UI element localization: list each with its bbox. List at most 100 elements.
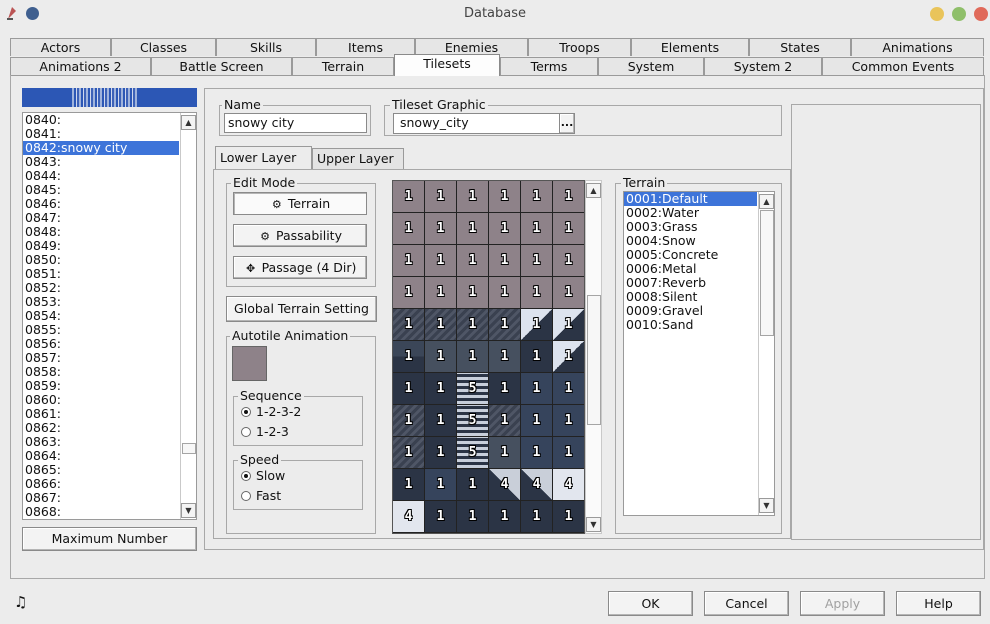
tile-cell[interactable]: 1 bbox=[553, 501, 584, 533]
terrain-list-item[interactable]: 0007:Reverb bbox=[624, 276, 757, 290]
tab-terrain[interactable]: Terrain bbox=[292, 57, 394, 75]
list-item[interactable]: 0863: bbox=[23, 435, 179, 449]
tab-battle-screen[interactable]: Battle Screen bbox=[151, 57, 292, 75]
tab-system[interactable]: System bbox=[598, 57, 704, 75]
tile-cell[interactable]: 1 bbox=[393, 213, 425, 245]
tile-cell[interactable]: 1 bbox=[521, 277, 553, 309]
terrain-list-item[interactable]: 0003:Grass bbox=[624, 220, 757, 234]
list-item[interactable]: 0842:snowy city bbox=[23, 141, 179, 155]
maximum-number-button[interactable]: Maximum Number bbox=[22, 527, 197, 551]
tile-cell[interactable]: 1 bbox=[553, 341, 584, 373]
tile-cell[interactable]: 1 bbox=[425, 469, 457, 501]
tab-animations-2[interactable]: Animations 2 bbox=[10, 57, 151, 75]
list-item[interactable]: 0844: bbox=[23, 169, 179, 183]
tile-palette[interactable]: 1111111111111111111111111111111111111151… bbox=[392, 180, 585, 534]
tile-cell[interactable]: 4 bbox=[489, 469, 521, 501]
help-button[interactable]: Help bbox=[896, 591, 981, 616]
list-item[interactable]: 0860: bbox=[23, 393, 179, 407]
list-item[interactable]: 0848: bbox=[23, 225, 179, 239]
tile-cell[interactable]: 1 bbox=[457, 245, 489, 277]
tile-cell[interactable]: 5 bbox=[457, 437, 489, 469]
list-item[interactable]: 0866: bbox=[23, 477, 179, 491]
tile-cell[interactable]: 5 bbox=[457, 373, 489, 405]
tile-cell[interactable]: 1 bbox=[425, 277, 457, 309]
terrain-list-item[interactable]: 0005:Concrete bbox=[624, 248, 757, 262]
tab-troops[interactable]: Troops bbox=[528, 38, 631, 56]
terrain-list-item[interactable]: 0009:Gravel bbox=[624, 304, 757, 318]
tile-cell[interactable]: 1 bbox=[521, 405, 553, 437]
tab-skills[interactable]: Skills bbox=[216, 38, 316, 56]
music-note-icon[interactable]: ♫ bbox=[14, 594, 30, 610]
tile-cell[interactable]: 1 bbox=[553, 373, 584, 405]
tile-cell[interactable]: 1 bbox=[521, 501, 553, 533]
ok-button[interactable]: OK bbox=[608, 591, 693, 616]
tile-cell[interactable]: 1 bbox=[521, 181, 553, 213]
tile-cell[interactable]: 1 bbox=[553, 437, 584, 469]
tile-cell[interactable]: 1 bbox=[489, 277, 521, 309]
list-item[interactable]: 0847: bbox=[23, 211, 179, 225]
tile-cell[interactable]: 1 bbox=[521, 341, 553, 373]
list-item[interactable]: 0845: bbox=[23, 183, 179, 197]
tile-cell[interactable]: 5 bbox=[457, 405, 489, 437]
terrain-list-scrollbar[interactable]: ▲ ▼ bbox=[758, 192, 774, 515]
tile-cell[interactable]: 1 bbox=[393, 277, 425, 309]
passage-mode-button[interactable]: ✥ Passage (4 Dir) bbox=[233, 256, 367, 279]
tile-cell[interactable]: 1 bbox=[393, 309, 425, 341]
passability-mode-button[interactable]: ⚙ Passability bbox=[233, 224, 367, 247]
tile-cell[interactable]: 1 bbox=[489, 501, 521, 533]
tile-cell[interactable]: 1 bbox=[553, 213, 584, 245]
scroll-down-icon[interactable]: ▼ bbox=[181, 503, 196, 518]
tile-cell[interactable]: 1 bbox=[489, 405, 521, 437]
tab-lower-layer[interactable]: Lower Layer bbox=[215, 146, 312, 169]
tile-cell[interactable]: 1 bbox=[489, 373, 521, 405]
window-menu-icon[interactable] bbox=[26, 7, 39, 20]
tab-terms[interactable]: Terms bbox=[500, 57, 598, 75]
tile-cell[interactable]: 1 bbox=[393, 405, 425, 437]
tile-cell[interactable]: 1 bbox=[553, 405, 584, 437]
tile-cell[interactable]: 1 bbox=[457, 309, 489, 341]
scroll-up-icon[interactable]: ▲ bbox=[181, 115, 196, 130]
scroll-thumb[interactable] bbox=[760, 210, 774, 336]
tile-cell[interactable]: 1 bbox=[457, 277, 489, 309]
tile-cell[interactable]: 1 bbox=[457, 181, 489, 213]
tile-cell[interactable]: 1 bbox=[521, 245, 553, 277]
list-item[interactable]: 0846: bbox=[23, 197, 179, 211]
tile-cell[interactable]: 1 bbox=[521, 213, 553, 245]
browse-graphic-button[interactable]: ... bbox=[559, 113, 575, 134]
tile-cell[interactable]: 1 bbox=[553, 277, 584, 309]
tile-cell[interactable]: 4 bbox=[553, 469, 584, 501]
scroll-up-icon[interactable]: ▲ bbox=[586, 183, 601, 198]
tile-cell[interactable]: 1 bbox=[553, 181, 584, 213]
tile-cell[interactable]: 1 bbox=[425, 213, 457, 245]
tile-cell[interactable]: 1 bbox=[425, 181, 457, 213]
terrain-list-item[interactable]: 0010:Sand bbox=[624, 318, 757, 332]
list-item[interactable]: 0859: bbox=[23, 379, 179, 393]
tileset-list-scrollbar[interactable]: ▲ ▼ bbox=[180, 113, 196, 519]
list-item[interactable]: 0868: bbox=[23, 505, 179, 519]
sequence-option-1-2-3-2[interactable]: 1-2-3-2 bbox=[241, 405, 301, 419]
tile-cell[interactable]: 1 bbox=[521, 309, 553, 341]
tile-cell[interactable]: 1 bbox=[425, 437, 457, 469]
tab-upper-layer[interactable]: Upper Layer bbox=[312, 148, 404, 169]
terrain-list-item[interactable]: 0008:Silent bbox=[624, 290, 757, 304]
scroll-thumb[interactable] bbox=[182, 443, 196, 454]
list-item[interactable]: 0862: bbox=[23, 421, 179, 435]
tile-cell[interactable]: 1 bbox=[425, 405, 457, 437]
name-field[interactable]: snowy city bbox=[224, 113, 367, 133]
tile-cell[interactable]: 1 bbox=[457, 213, 489, 245]
list-item[interactable]: 0858: bbox=[23, 365, 179, 379]
terrain-list-item[interactable]: 0004:Snow bbox=[624, 234, 757, 248]
speed-option-slow[interactable]: Slow bbox=[241, 469, 285, 483]
tile-cell[interactable]: 4 bbox=[521, 469, 553, 501]
list-item[interactable]: 0853: bbox=[23, 295, 179, 309]
tab-elements[interactable]: Elements bbox=[631, 38, 749, 56]
list-item[interactable]: 0849: bbox=[23, 239, 179, 253]
list-item[interactable]: 0841: bbox=[23, 127, 179, 141]
tile-cell[interactable]: 1 bbox=[489, 341, 521, 373]
sequence-option-1-2-3[interactable]: 1-2-3 bbox=[241, 425, 289, 439]
terrain-list-item[interactable]: 0002:Water bbox=[624, 206, 757, 220]
list-item[interactable]: 0865: bbox=[23, 463, 179, 477]
list-item[interactable]: 0867: bbox=[23, 491, 179, 505]
global-terrain-setting-button[interactable]: Global Terrain Setting bbox=[226, 296, 377, 322]
tile-cell[interactable]: 1 bbox=[425, 501, 457, 533]
